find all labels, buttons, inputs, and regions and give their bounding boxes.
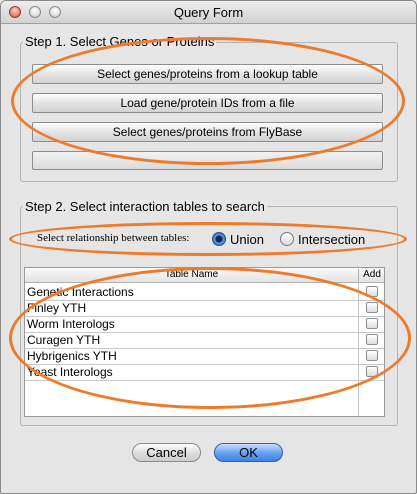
step2-title: Step 2. Select interaction tables to sea…	[23, 199, 267, 214]
cancel-button[interactable]: Cancel	[132, 443, 201, 462]
table-name-cell: Hybrigenics YTH	[27, 349, 117, 363]
relationship-label: Select relationship between tables:	[37, 232, 190, 244]
column-header-name[interactable]: Table Name	[25, 269, 358, 280]
table-name-cell: Genetic Interactions	[27, 285, 134, 299]
table-row[interactable]: Yeast Interologs	[25, 364, 384, 381]
title-bar[interactable]: Query Form	[1, 1, 416, 24]
table-row[interactable]: Curagen YTH	[25, 332, 384, 349]
flybase-button[interactable]: Select genes/proteins from FlyBase	[32, 122, 383, 142]
add-checkbox[interactable]	[366, 286, 378, 297]
table-name-cell: Finley YTH	[27, 301, 87, 315]
add-checkbox[interactable]	[366, 302, 378, 313]
intersection-label[interactable]: Intersection	[298, 232, 365, 247]
lookup-table-button[interactable]: Select genes/proteins from a lookup tabl…	[32, 64, 383, 84]
query-form-window: Query Form Step 1. Select Genes or Prote…	[0, 0, 417, 494]
step1-title: Step 1. Select Genes or Proteins	[23, 34, 217, 49]
table-row[interactable]: Hybrigenics YTH	[25, 348, 384, 365]
table-row[interactable]: Worm Interologs	[25, 316, 384, 333]
empty-input-field[interactable]	[32, 151, 383, 170]
add-checkbox[interactable]	[366, 366, 378, 377]
intersection-radio[interactable]	[280, 232, 294, 246]
table-name-cell: Worm Interologs	[27, 317, 115, 331]
add-checkbox[interactable]	[366, 334, 378, 345]
table-name-cell: Curagen YTH	[27, 333, 101, 347]
add-checkbox[interactable]	[366, 350, 378, 361]
union-radio[interactable]	[212, 232, 226, 246]
relationship-selector: Select relationship between tables: Unio…	[37, 232, 387, 248]
table-row[interactable]: Genetic Interactions	[25, 284, 384, 301]
table-name-cell: Yeast Interologs	[27, 365, 113, 379]
load-ids-file-button[interactable]: Load gene/protein IDs from a file	[32, 93, 383, 113]
window-title: Query Form	[173, 5, 244, 20]
union-label[interactable]: Union	[230, 232, 264, 247]
table-row[interactable]: Finley YTH	[25, 300, 384, 317]
table-header: Table Name Add	[25, 268, 384, 283]
add-checkbox[interactable]	[366, 318, 378, 329]
ok-button[interactable]: OK	[214, 443, 283, 462]
column-header-add[interactable]: Add	[358, 269, 385, 282]
interaction-tables: Table Name Add Genetic Interactions Finl…	[24, 267, 385, 417]
